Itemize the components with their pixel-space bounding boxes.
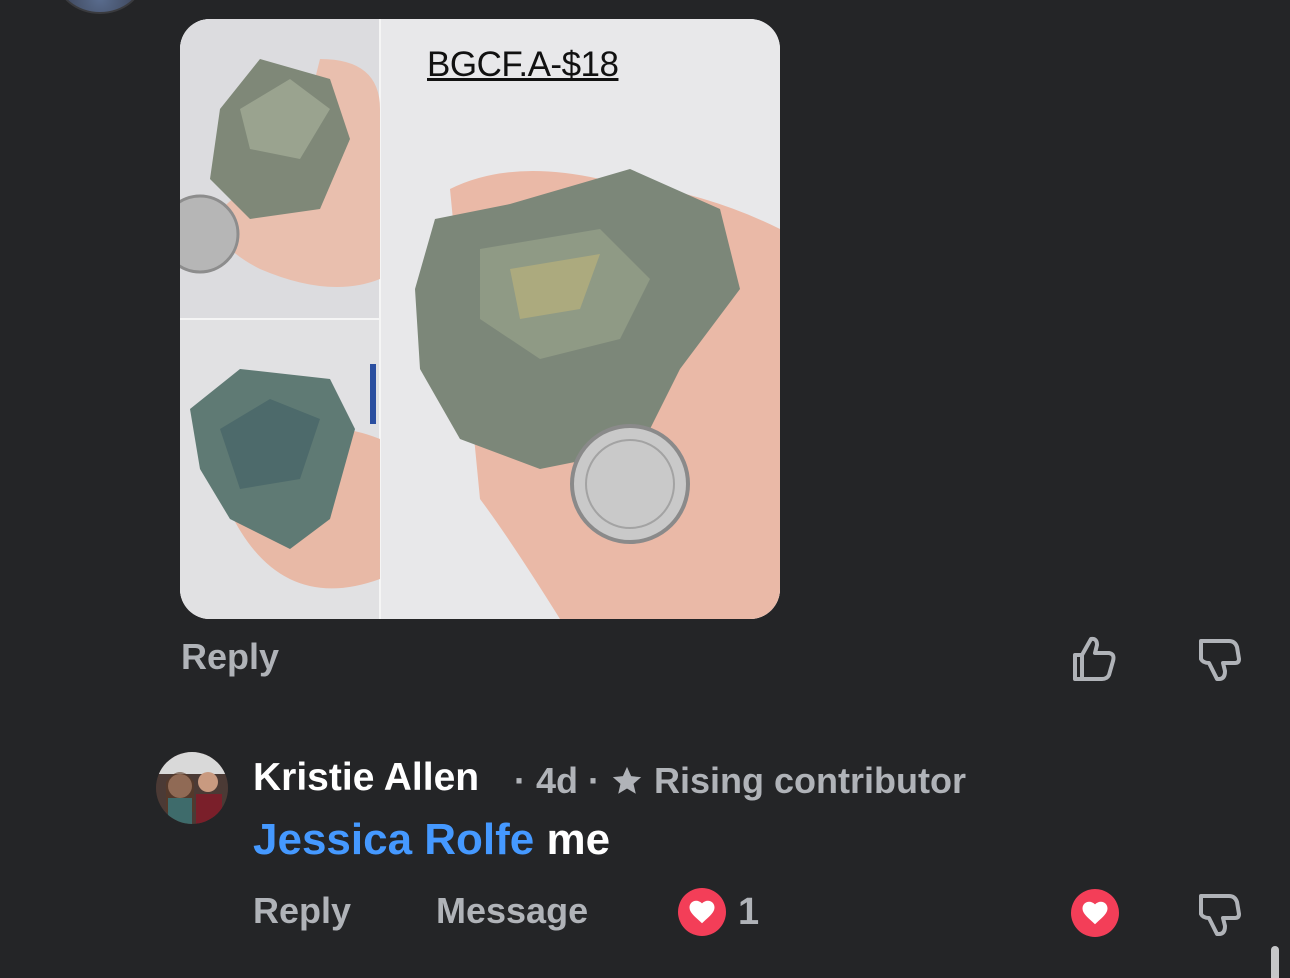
meta-separator: · [588, 760, 601, 801]
previous-commenter-avatar[interactable] [56, 0, 144, 14]
comment-author[interactable]: Kristie Allen [253, 756, 479, 800]
reply-button[interactable]: Reply [253, 890, 351, 932]
star-icon [610, 764, 644, 798]
contributor-badge: Rising contributor [654, 760, 966, 801]
comment-meta: · 4d · Rising contributor [514, 760, 966, 802]
thumbs-up-icon[interactable] [1069, 633, 1119, 683]
comment-body: me [546, 815, 611, 864]
heart-icon[interactable] [1071, 889, 1119, 937]
thumbs-down-icon[interactable] [1193, 888, 1243, 938]
comment-time[interactable]: 4d [536, 760, 578, 802]
mineral-photo-collage [180, 19, 780, 619]
reply-button[interactable]: Reply [181, 636, 279, 678]
scrollbar[interactable] [1271, 946, 1279, 978]
mention-link[interactable]: Jessica Rolfe [253, 815, 534, 864]
comments-page: BGCF.A-$18 Reply Kristie Allen · 4d · Ri… [0, 0, 1290, 978]
reaction-count: 1 [738, 890, 760, 933]
photo-caption: BGCF.A-$18 [427, 45, 619, 84]
thumbs-down-icon[interactable] [1193, 633, 1243, 683]
meta-separator: · [514, 760, 526, 801]
heart-icon [678, 888, 726, 936]
message-button[interactable]: Message [436, 890, 588, 932]
commenter-avatar[interactable] [156, 752, 228, 824]
comment-photo[interactable] [180, 19, 780, 619]
reaction-summary[interactable]: 1 [678, 888, 759, 936]
comment-text: Jessica Rolfe me [253, 815, 610, 865]
